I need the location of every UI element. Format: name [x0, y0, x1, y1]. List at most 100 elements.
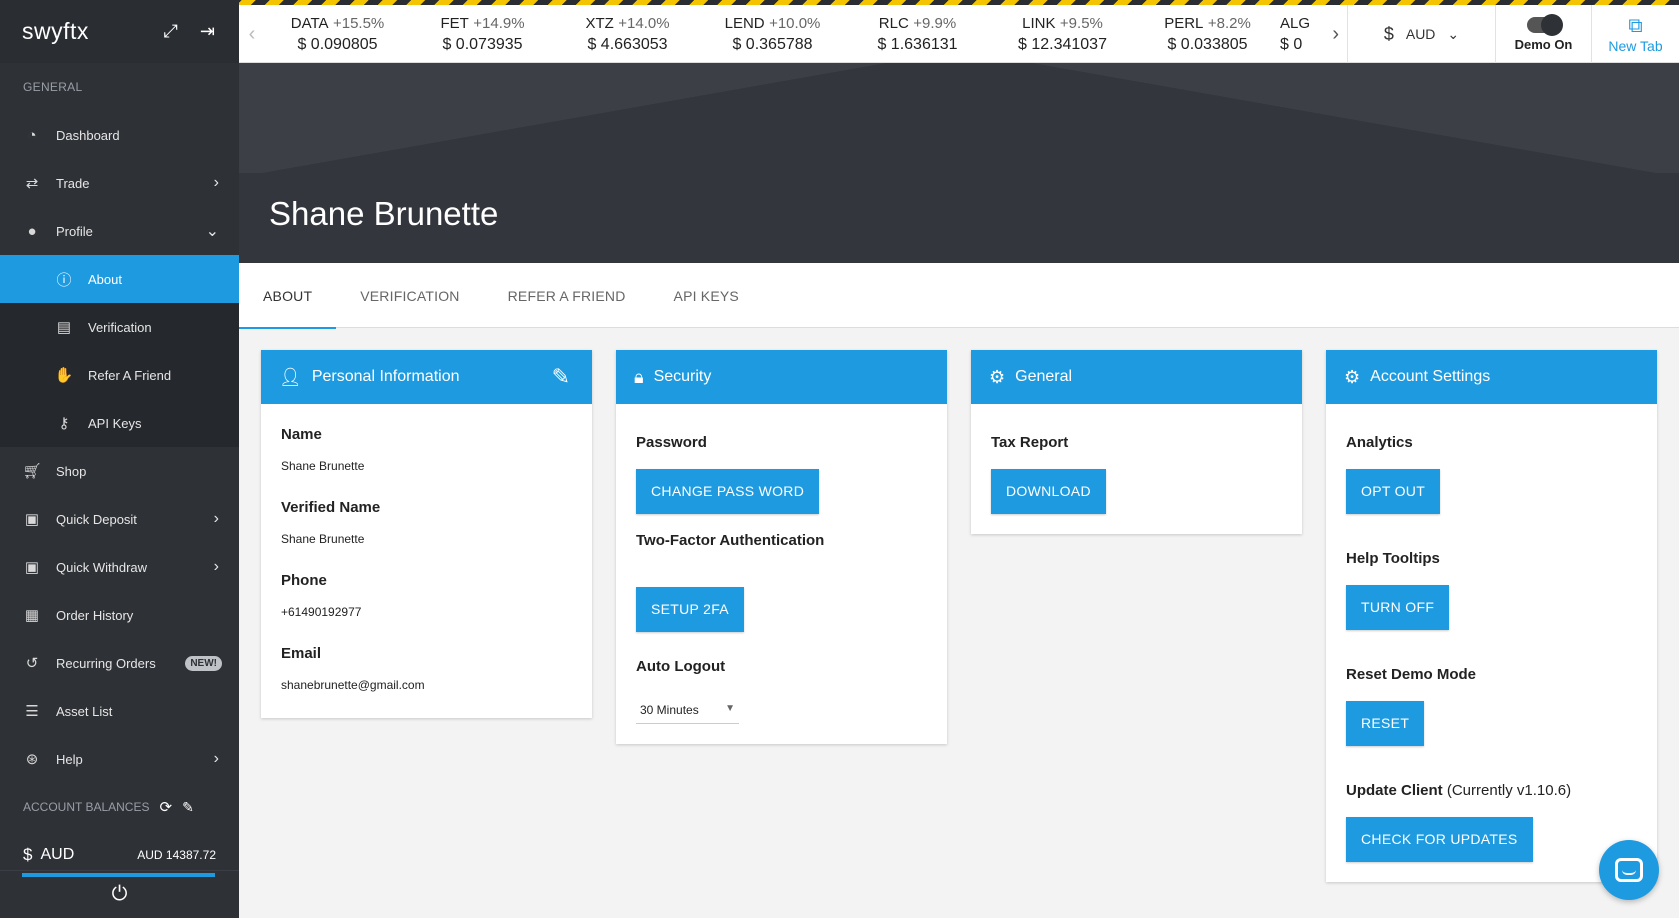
ticker-symbol: RLC	[878, 14, 909, 32]
card-title: Security	[653, 368, 712, 385]
opt-out-button[interactable]: OPT OUT	[1346, 469, 1441, 514]
ticker-price: 0.073935	[455, 35, 523, 53]
sidebar-item-profile[interactable]: ● Profile ⌄	[0, 207, 239, 255]
toggle-switch[interactable]	[1526, 13, 1563, 36]
download-button[interactable]: DOWNLOAD	[991, 469, 1106, 514]
exit-icon[interactable]: ⇥	[200, 21, 215, 42]
chat-launcher-button[interactable]	[1599, 840, 1659, 900]
sidebar-item-help[interactable]: ⊛ Help ›	[0, 735, 239, 783]
turn-off-button[interactable]: TURN OFF	[1346, 585, 1450, 630]
account-balances-label: ACCOUNT BALANCES	[23, 800, 150, 814]
change-password-button[interactable]: CHANGE PASS WORD	[636, 469, 820, 514]
swap-icon: ⇄	[25, 175, 39, 192]
ticker-symbol: PERL	[1164, 14, 1204, 32]
power-button[interactable]: ⏻	[0, 870, 239, 918]
card-header: 🔒︎ Security	[616, 350, 947, 404]
sidebar-item-asset-list[interactable]: ☰ Asset List	[0, 687, 239, 735]
brush-icon[interactable]: ✎	[182, 799, 194, 816]
verified-name-label: Verified Name	[281, 499, 381, 516]
ticker-item[interactable]: XTZ +14.0% $ 4.663053	[555, 15, 700, 54]
ticker-item[interactable]: LINK +9.5% $ 12.341037	[990, 15, 1135, 54]
sidebar-item-order-history[interactable]: ▦ Order History	[0, 591, 239, 639]
check-for-updates-button[interactable]: CHECK FOR UPDATES	[1346, 817, 1533, 862]
key-icon: ⚷	[58, 415, 70, 432]
profile-banner: Shane Brunette	[239, 63, 1679, 263]
account-balances-header: ACCOUNT BALANCES ⟳ ✎	[0, 783, 239, 831]
info-icon: ⓘ	[56, 271, 72, 289]
ticker-change: +10.0%	[769, 14, 821, 32]
ticker-price: 1.636131	[890, 35, 958, 53]
ticker-next-button[interactable]: ›	[1324, 5, 1347, 63]
brand-bar: swyftx ⤢ ⇥	[0, 0, 239, 63]
ticker-change: +14.0%	[618, 14, 670, 32]
power-icon: ⏻	[111, 883, 128, 905]
sidebar: swyftx ⤢ ⇥ GENERAL ◔ Dashboard ⇄ Trade ›…	[0, 0, 239, 918]
new-badge: NEW!	[185, 655, 222, 671]
tab-verification[interactable]: VERIFICATION	[336, 263, 483, 328]
sidebar-item-dashboard[interactable]: ◔ Dashboard	[0, 111, 239, 159]
ticker-item[interactable]: DATA +15.5% $ 0.090805	[265, 15, 410, 54]
auto-logout-value: 30 Minutes	[640, 703, 699, 717]
update-client-title: Update Client	[1346, 782, 1443, 799]
chevron-right-icon: ›	[213, 510, 219, 527]
new-tab-button[interactable]: ⧉ New Tab	[1591, 5, 1679, 63]
expand-icon[interactable]: ⤢	[164, 21, 178, 42]
ticker-item[interactable]: FET +14.9% $ 0.073935	[410, 15, 555, 54]
chevron-down-icon: ⌄	[1447, 25, 1460, 42]
update-client-label: Update Client (Currently v1.10.6)	[1346, 782, 1637, 799]
personal-information-card: 👤︎ Personal Information ✎ Name Shane Bru…	[261, 350, 592, 718]
sidebar-item-refer[interactable]: ✋ Refer A Friend	[0, 351, 239, 399]
reset-demo-label: Reset Demo Mode	[1346, 666, 1477, 683]
dollar-icon: $	[23, 845, 33, 864]
ticker-item[interactable]: LEND +10.0% $ 0.365788	[700, 15, 845, 54]
lifebuoy-icon: ⊛	[25, 751, 39, 768]
sidebar-item-quick-deposit[interactable]: ▣ Quick Deposit ›	[0, 495, 239, 543]
phone-value: +61490192977	[281, 605, 362, 619]
page-title: Shane Brunette	[269, 195, 499, 232]
chat-icon	[1615, 858, 1643, 882]
sidebar-item-verification[interactable]: ▤ Verification	[0, 303, 239, 351]
money-icon: ▣	[24, 511, 40, 528]
sidebar-item-shop[interactable]: 🛒︎ Shop	[0, 447, 239, 495]
sidebar-item-label: Refer A Friend	[88, 367, 172, 383]
tab-about[interactable]: ABOUT	[239, 263, 337, 329]
sidebar-item-label: Quick Deposit	[56, 511, 137, 527]
ticker-change: +14.9%	[473, 14, 525, 32]
ticker-change: +9.5%	[1059, 14, 1103, 32]
demo-toggle[interactable]: Demo On	[1495, 5, 1591, 63]
chevron-right-icon: ›	[213, 750, 219, 767]
chevron-left-icon[interactable]: ‹	[239, 23, 265, 46]
auto-logout-label: Auto Logout	[636, 658, 726, 675]
dollar-icon: $	[732, 35, 746, 53]
sidebar-item-api-keys[interactable]: ⚷ API Keys	[0, 399, 239, 447]
auto-logout-select[interactable]: 30 Minutes ▼	[636, 703, 739, 724]
dollar-icon: $	[587, 35, 601, 53]
profile-tabs: ABOUT VERIFICATION REFER A FRIEND API KE…	[239, 263, 1679, 329]
ticker-symbol: ALG	[1280, 14, 1311, 32]
tab-refer-a-friend[interactable]: REFER A FRIEND	[484, 263, 650, 328]
card-title: General	[1015, 368, 1073, 385]
setup-2fa-button[interactable]: SETUP 2FA	[636, 587, 744, 632]
reset-button[interactable]: RESET	[1346, 701, 1425, 746]
sidebar-item-about[interactable]: ⓘ About	[0, 255, 239, 303]
sidebar-item-label: Quick Withdraw	[56, 559, 148, 575]
sidebar-item-recurring-orders[interactable]: ↺ Recurring Orders NEW!	[0, 639, 239, 687]
ticker-item[interactable]: RLC +9.9% $ 1.636131	[845, 15, 990, 54]
ticker-item[interactable]: PERL +8.2% $ 0.033805	[1135, 15, 1280, 54]
currency-select[interactable]: $ AUD ⌄	[1347, 5, 1495, 63]
tab-api-keys[interactable]: API KEYS	[650, 263, 763, 328]
refresh-icon[interactable]: ⟳	[159, 798, 172, 816]
ticker-symbol: XTZ	[585, 14, 614, 32]
dollar-icon: $	[1167, 35, 1181, 53]
demo-label: Demo On	[1514, 36, 1573, 52]
ticker-change: +9.9%	[913, 14, 957, 32]
chevron-right-icon: ›	[213, 174, 219, 191]
sidebar-item-quick-withdraw[interactable]: ▣ Quick Withdraw ›	[0, 543, 239, 591]
analytics-label: Analytics	[1346, 434, 1413, 451]
sidebar-item-trade[interactable]: ⇄ Trade ›	[0, 159, 239, 207]
gear-icon: ⚙	[1344, 366, 1361, 387]
dollar-icon: $	[1018, 35, 1032, 53]
balance-amount: AUD 14387.72	[137, 848, 216, 862]
pencil-icon[interactable]: ✎	[552, 364, 570, 390]
dollar-icon: $	[1280, 35, 1294, 53]
